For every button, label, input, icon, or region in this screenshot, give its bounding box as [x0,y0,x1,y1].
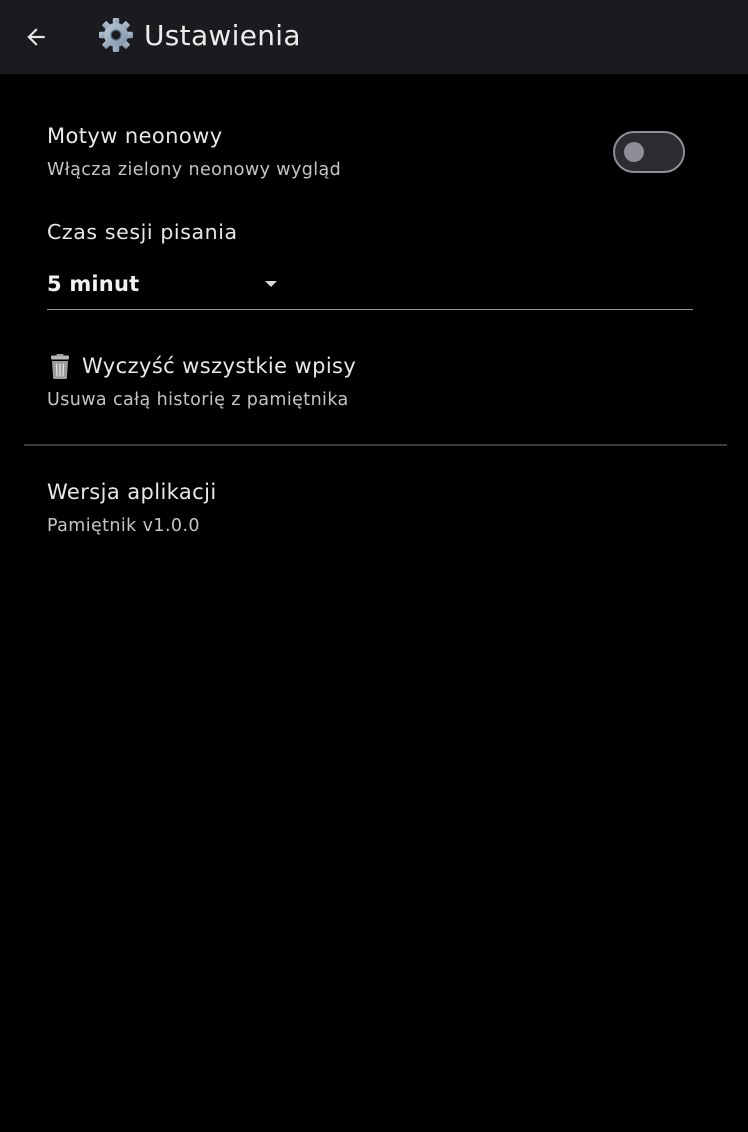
trash-icon [51,354,69,379]
clear-entries-subtitle: Usuwa całą historię z pamiętnika [47,390,349,410]
app-version-info: Wersja aplikacji Pamiętnik v1.0.0 [0,474,748,554]
clear-entries-title: Wyczyść wszystkie wpisy [82,354,357,378]
app-version-title: Wersja aplikacji [47,480,217,504]
page-title: Ustawienia [144,18,301,52]
neon-theme-title: Motyw neonowy [47,124,223,148]
back-button[interactable] [14,15,58,59]
clear-entries-button[interactable]: Wyczyść wszystkie wpisy Usuwa całą histo… [0,344,748,434]
app-version-value: Pamiętnik v1.0.0 [47,516,200,536]
gear-icon [99,18,133,52]
neon-theme-toggle[interactable] [613,131,685,173]
dropdown-selected-value: 5 minut [47,272,140,296]
toggle-thumb [624,142,644,162]
app-bar: Ustawienia [0,0,748,74]
session-duration-label: Czas sesji pisania [47,220,238,244]
arrow-left-icon [27,28,45,46]
app-bar-title: Ustawienia [98,13,301,57]
dropdown-arrow-icon [265,281,277,287]
divider [24,444,727,446]
neon-theme-subtitle: Włącza zielony neonowy wygląd [47,160,342,180]
session-duration-dropdown[interactable]: 5 minut [47,264,693,310]
